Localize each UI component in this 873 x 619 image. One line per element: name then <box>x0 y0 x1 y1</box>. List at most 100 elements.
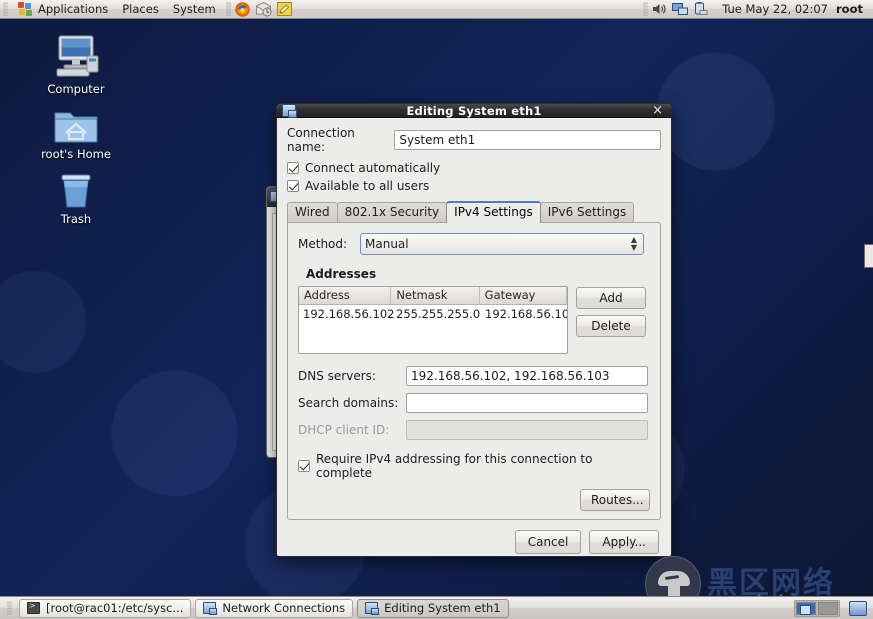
delete-button[interactable]: Delete <box>576 315 646 337</box>
dhcp-client-id-label: DHCP client ID: <box>298 423 406 437</box>
volume-icon[interactable] <box>651 0 671 18</box>
connect-automatically-label: Connect automatically <box>305 161 440 175</box>
connection-name-row: Connection name: <box>287 126 661 154</box>
system-menu-label: System <box>173 2 216 16</box>
tab-ipv4-settings[interactable]: IPv4 Settings <box>446 201 541 223</box>
editing-connection-dialog: Editing System eth1 × Connection name: C… <box>276 103 672 557</box>
network-connection-icon <box>203 602 216 614</box>
clock[interactable]: Tue May 22, 02:07 <box>714 2 836 16</box>
addresses-table-body: 192.168.56.102 255.255.255.0 192.168.56.… <box>299 305 567 323</box>
network-connection-icon <box>365 602 378 614</box>
system-menu[interactable]: System <box>166 0 223 18</box>
addresses-area: Address Netmask Gateway 192.168.56.102 2… <box>298 286 650 354</box>
tray-grip[interactable] <box>643 2 648 16</box>
routes-button[interactable]: Routes... <box>580 489 650 511</box>
desktop-icon-computer[interactable]: Computer <box>33 32 119 96</box>
workspace-switcher[interactable] <box>794 600 840 617</box>
taskbar-item-label: Editing System eth1 <box>384 601 500 615</box>
terminal-icon <box>27 602 40 614</box>
require-ipv4-label: Require IPv4 addressing for this connect… <box>316 452 650 480</box>
addresses-table[interactable]: Address Netmask Gateway 192.168.56.102 2… <box>298 286 568 354</box>
desktop-icon-label: Trash <box>33 213 119 226</box>
column-header-netmask: Netmask <box>391 287 479 304</box>
applications-icon <box>18 2 33 17</box>
desktop-icon-home[interactable]: root's Home <box>33 97 119 161</box>
taskbar-item-terminal[interactable]: [root@rac01:/etc/sysc... <box>19 599 191 618</box>
dns-servers-input[interactable] <box>406 366 648 386</box>
taskbar-item-label: Network Connections <box>222 601 345 615</box>
home-folder-icon <box>33 97 119 145</box>
dialog-titlebar[interactable]: Editing System eth1 × <box>277 104 671 118</box>
taskbar: [root@rac01:/etc/sysc... Network Connect… <box>0 596 873 619</box>
tab-8021x-security[interactable]: 802.1x Security <box>337 202 448 223</box>
addresses-section-title: Addresses <box>306 267 650 281</box>
require-ipv4-checkbox[interactable] <box>298 460 310 472</box>
taskbar-item-network-connections[interactable]: Network Connections <box>195 599 353 618</box>
cancel-button[interactable]: Cancel <box>515 530 582 554</box>
applications-menu[interactable]: Applications <box>11 0 115 18</box>
column-header-gateway: Gateway <box>480 287 567 304</box>
network-icon[interactable] <box>672 0 692 18</box>
launcher-grip[interactable] <box>226 2 231 16</box>
applications-menu-label: Applications <box>38 0 108 18</box>
dialog-body: Connection name: Connect automatically A… <box>277 118 671 520</box>
show-desktop-icon[interactable] <box>849 601 867 616</box>
desktop-icon-trash[interactable]: Trash <box>33 162 119 226</box>
search-domains-row: Search domains: <box>298 393 650 413</box>
available-all-users-checkbox[interactable] <box>287 180 299 192</box>
search-domains-label: Search domains: <box>298 396 406 410</box>
available-all-users-label: Available to all users <box>305 179 429 193</box>
connect-automatically-checkbox[interactable] <box>287 162 299 174</box>
cell-gateway: 192.168.56.102 <box>481 305 568 323</box>
cell-address: 192.168.56.102 <box>299 305 392 323</box>
workspace-1[interactable] <box>796 602 816 615</box>
settings-tabs: Wired 802.1x Security IPv4 Settings IPv6… <box>287 202 661 223</box>
table-row[interactable]: 192.168.56.102 255.255.255.0 192.168.56.… <box>299 305 567 323</box>
connection-name-input[interactable] <box>394 130 661 150</box>
ipv4-settings-panel: Method: Manual ▲▼ Addresses Address Netm… <box>287 222 661 520</box>
method-row: Method: Manual ▲▼ <box>298 233 650 255</box>
method-label: Method: <box>298 237 360 251</box>
taskbar-grip[interactable] <box>7 601 12 615</box>
dhcp-client-id-input <box>406 420 648 440</box>
tab-wired[interactable]: Wired <box>287 202 338 223</box>
addresses-buttons: Add Delete <box>576 286 646 354</box>
require-ipv4-row[interactable]: Require IPv4 addressing for this connect… <box>298 452 650 480</box>
panel-grip[interactable] <box>3 2 8 16</box>
dns-servers-row: DNS servers: <box>298 366 650 386</box>
notes-icon[interactable] <box>276 0 296 18</box>
battery-icon[interactable] <box>693 0 713 18</box>
desktop-icon-label: Computer <box>33 83 119 96</box>
add-button[interactable]: Add <box>576 287 646 309</box>
method-select-wrapper: Manual ▲▼ <box>360 233 644 255</box>
taskbar-item-label: [root@rac01:/etc/sysc... <box>46 601 183 615</box>
trash-icon <box>33 162 119 210</box>
user-menu[interactable]: root <box>836 2 873 16</box>
addresses-table-header: Address Netmask Gateway <box>299 287 567 305</box>
dhcp-client-id-row: DHCP client ID: <box>298 420 650 440</box>
available-all-users-row[interactable]: Available to all users <box>287 179 661 193</box>
cell-netmask: 255.255.255.0 <box>392 305 481 323</box>
routes-row: Routes... <box>298 489 650 511</box>
search-domains-input[interactable] <box>406 393 648 413</box>
top-panel: Applications Places System <box>0 0 873 19</box>
desktop-icon-label: root's Home <box>33 148 119 161</box>
taskbar-item-editing-system-eth1[interactable]: Editing System eth1 <box>357 599 508 618</box>
connection-name-label: Connection name: <box>287 126 394 154</box>
dialog-title: Editing System eth1 <box>277 104 671 118</box>
connect-automatically-row[interactable]: Connect automatically <box>287 161 661 175</box>
close-icon[interactable]: × <box>652 104 663 117</box>
computer-icon <box>33 32 119 80</box>
places-menu-label: Places <box>122 2 159 16</box>
firefox-icon[interactable] <box>234 0 254 18</box>
tab-ipv6-settings[interactable]: IPv6 Settings <box>540 202 635 223</box>
dialog-actions: Cancel Apply... <box>277 520 671 564</box>
workspace-2[interactable] <box>818 602 838 615</box>
dns-servers-label: DNS servers: <box>298 369 406 383</box>
apply-button[interactable]: Apply... <box>589 530 659 554</box>
background-window-edge[interactable] <box>864 244 873 268</box>
places-menu[interactable]: Places <box>115 0 166 18</box>
column-header-address: Address <box>299 287 391 304</box>
evolution-icon[interactable] <box>255 0 275 18</box>
method-select[interactable]: Manual <box>360 233 644 255</box>
